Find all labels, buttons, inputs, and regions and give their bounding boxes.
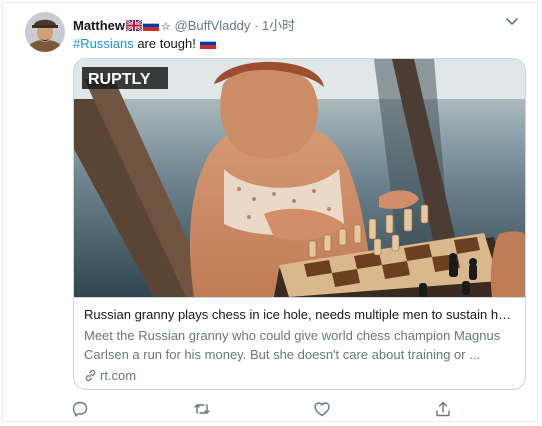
card-description-line: Meet the Russian granny who could give w… [84, 328, 501, 343]
timestamp[interactable]: 1小时 [262, 18, 295, 33]
card-description-line: Carlsen a run for his money. But she doe… [84, 347, 481, 362]
russia-flag-icon [200, 37, 217, 52]
tweet-header: Matthew ☆ @BuffVladdy · 1小时 [73, 15, 295, 34]
tweet[interactable]: Matthew ☆ @BuffVladdy · 1小时 #Russians are… [2, 2, 538, 422]
card-image[interactable]: RUPTLY [74, 59, 525, 297]
tweet-actions [3, 400, 539, 418]
link-icon [84, 368, 100, 383]
like-icon[interactable] [313, 400, 331, 418]
handle[interactable]: @BuffVladdy [175, 18, 251, 33]
share-icon[interactable] [434, 400, 452, 418]
card-description: Meet the Russian granny who could give w… [84, 326, 517, 364]
separator: · [253, 18, 259, 33]
tweet-text: #Russians are tough! [73, 36, 217, 52]
reply-icon[interactable] [71, 400, 89, 418]
ruptly-watermark: RUPTLY [88, 71, 151, 88]
russia-flag-icon [142, 19, 160, 34]
chevron-down-icon[interactable] [504, 13, 520, 29]
star-glyph: ☆ [161, 21, 171, 33]
card-title: Russian granny plays chess in ice hole, … [84, 307, 517, 322]
card-body[interactable]: Russian granny plays chess in ice hole, … [74, 297, 525, 389]
card-domain: rt.com [84, 367, 517, 385]
display-name[interactable]: Matthew [73, 18, 125, 33]
retweet-icon[interactable] [193, 400, 211, 418]
hashtag-link[interactable]: #Russians [73, 36, 134, 51]
card-domain-text: rt.com [100, 368, 137, 383]
tweet-text-body: are tough! [133, 36, 196, 51]
link-card[interactable]: RUPTLY Russian granny plays chess in ice… [73, 58, 526, 390]
uk-flag-icon [125, 19, 143, 34]
avatar[interactable] [25, 12, 65, 52]
